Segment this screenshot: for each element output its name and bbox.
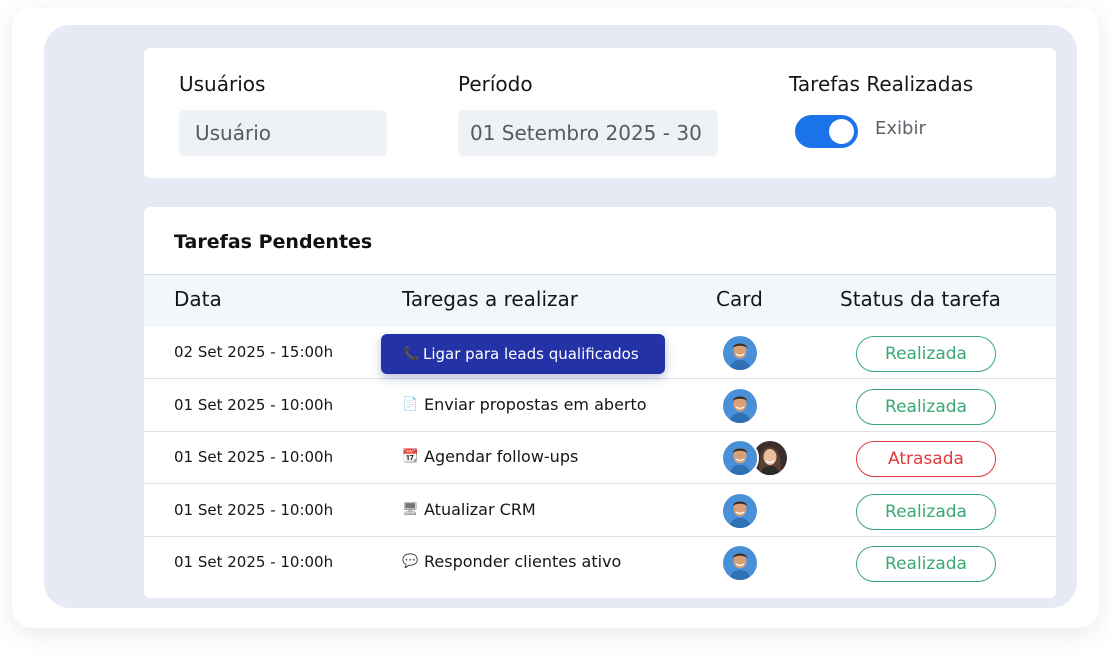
toggle-knob: [829, 119, 854, 144]
column-header-status: Status da tarefa: [840, 287, 1001, 311]
task-date: 02 Set 2025 - 15:00h: [174, 343, 334, 361]
task-label: Enviar propostas em aberto: [424, 394, 647, 414]
table-title: Tarefas Pendentes: [174, 231, 373, 253]
table-row[interactable]: 01 Set 2025 - 10:00h 🖥 Atualizar CRM Realiz…: [144, 484, 1056, 537]
table-row[interactable]: 01 Set 2025 - 10:00h 📄 Enviar propostas em…: [144, 379, 1056, 432]
task-name[interactable]: 📄 Enviar propostas em aberto: [402, 395, 647, 414]
period-input[interactable]: 01 Setembro 2025 - 30: [458, 110, 718, 156]
task-label: Atualizar CRM: [424, 499, 536, 519]
avatar: [721, 439, 759, 478]
status-badge: Realizada: [856, 388, 996, 425]
users-select[interactable]: Usuário: [179, 110, 387, 156]
column-header-task: Taregas a realizar: [402, 287, 579, 311]
task-label: Responder clientes ativo: [424, 552, 622, 572]
status-badge: Realizada: [856, 493, 996, 530]
avatar: [721, 544, 759, 583]
speech-bubble-icon: 💬: [402, 554, 419, 570]
avatar: [721, 491, 759, 530]
users-label: Usuários: [179, 72, 266, 96]
avatar: [721, 334, 759, 372]
calendar-icon: 📆: [402, 449, 419, 465]
table-header: Data Taregas a realizar Card Status da t…: [144, 274, 1056, 327]
task-label: Agendar follow-ups: [424, 447, 579, 467]
document-icon: 📄: [402, 396, 419, 412]
phone-icon: 📞: [403, 346, 420, 362]
task-date: 01 Set 2025 - 10:00h: [174, 395, 334, 414]
task-name[interactable]: 💬 Responder clientes ativo: [402, 552, 621, 571]
task-date: 01 Set 2025 - 10:00h: [174, 553, 334, 572]
task-label: Ligar para leads qualificados: [423, 345, 639, 363]
task-date: 01 Set 2025 - 10:00h: [174, 500, 334, 519]
table-row[interactable]: 01 Set 2025 - 10:00h 💬 Responder clientes …: [144, 536, 1056, 588]
avatar: [721, 386, 759, 425]
period-label: Período: [458, 72, 533, 96]
column-header-card: Card: [716, 287, 763, 311]
toggle-label: Exibir: [875, 118, 926, 139]
status-badge: Realizada: [856, 336, 996, 372]
task-name[interactable]: 📆 Agendar follow-ups: [402, 447, 578, 466]
table-row[interactable]: 02 Set 2025 - 15:00h 📞 Ligar para leads qu…: [144, 326, 1056, 379]
task-name[interactable]: 🖥 Atualizar CRM: [402, 500, 536, 519]
task-name[interactable]: 📞 Ligar para leads qualificados: [381, 334, 665, 374]
table-row[interactable]: 01 Set 2025 - 10:00h 📆 Agendar follow-ups A…: [144, 431, 1056, 485]
computer-icon: 🖥: [402, 501, 419, 517]
show-completed-toggle[interactable]: [795, 115, 858, 148]
filters-card: Usuários Usuário Período 01 Setembro 202…: [144, 48, 1056, 178]
status-badge: Atrasada: [856, 441, 996, 478]
status-badge: Realizada: [856, 546, 996, 583]
completed-tasks-label: Tarefas Realizadas: [789, 72, 974, 96]
task-date: 01 Set 2025 - 10:00h: [174, 448, 334, 467]
column-header-date: Data: [174, 287, 222, 311]
pending-tasks-table: Tarefas Pendentes Data Taregas a realiza…: [144, 207, 1056, 598]
